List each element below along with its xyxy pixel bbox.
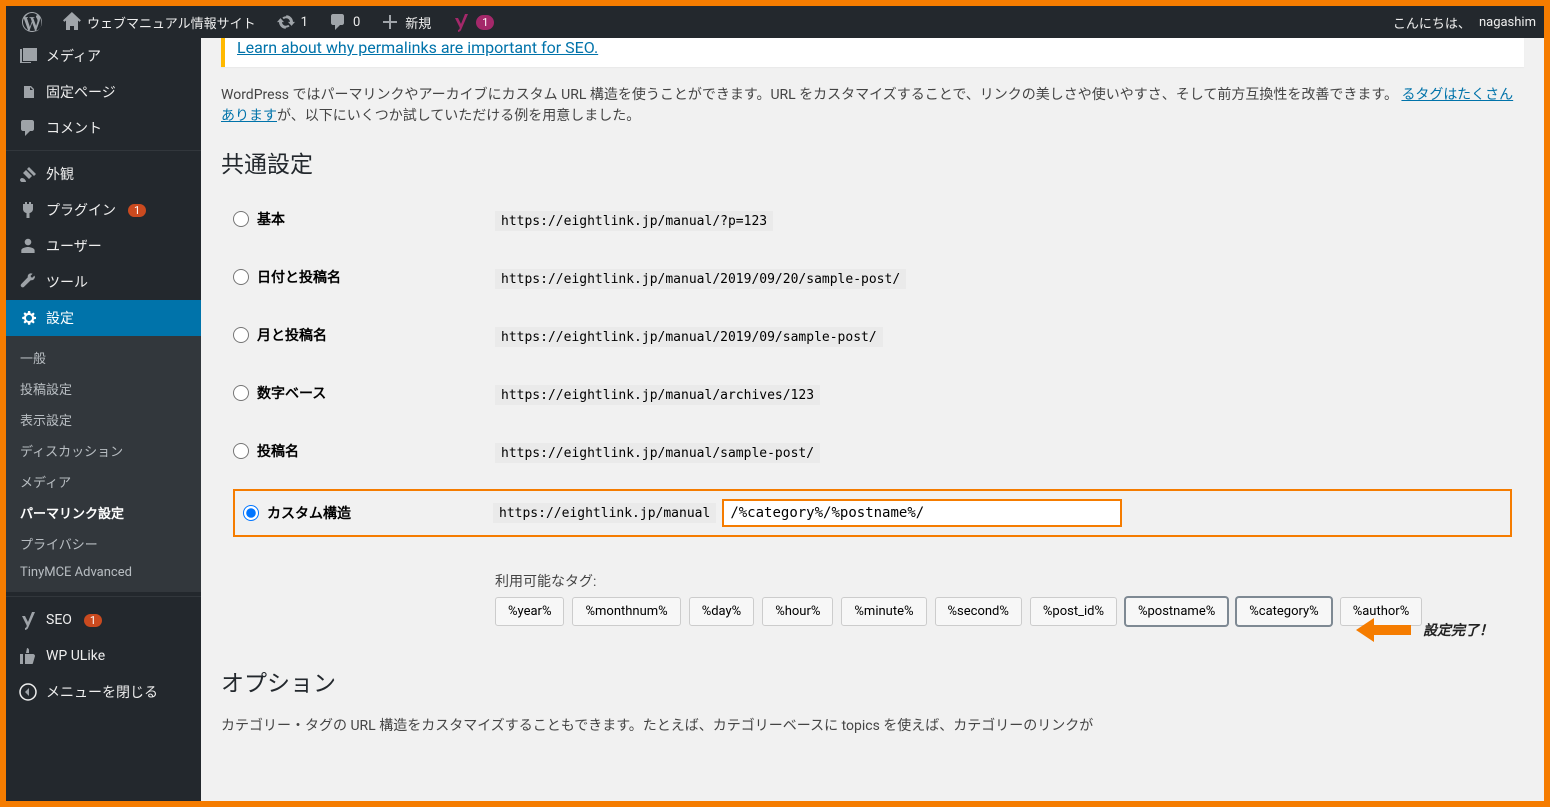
user-icon [18,236,38,256]
settings-icon [18,308,38,328]
menu-appearance[interactable]: 外観 [6,156,201,192]
annotation-text: 設定完了！ [1423,620,1493,640]
yoast-icon [451,12,471,32]
comment-icon [328,12,348,32]
code-postname: https://eightlink.jp/manual/sample-post/ [495,443,820,463]
submenu-writing[interactable]: 投稿設定 [6,373,201,404]
submenu-tinymce[interactable]: TinyMCE Advanced [6,559,201,586]
code-default: https://eightlink.jp/manual/?p=123 [495,211,773,231]
radio-daypost[interactable] [233,269,249,285]
tag-btn-category[interactable]: %category% [1236,597,1331,626]
custom-prefix: https://eightlink.jp/manual [493,503,716,523]
radio-monthpost[interactable] [233,327,249,343]
menu-wpulike[interactable]: WP ULike [6,638,201,674]
arrow-icon [1356,616,1411,644]
yoast-badge: 1 [476,15,494,30]
plugin-icon [18,200,38,220]
submenu-privacy[interactable]: プライバシー [6,528,201,559]
seo-notice: Learn about why permalinks are important… [221,38,1524,67]
options-text: カテゴリー・タグの URL 構造をカスタマイズすることもできます。たとえば、カテ… [221,716,1524,737]
menu-plugins[interactable]: プラグイン 1 [6,192,201,228]
comments-link[interactable]: 0 [320,6,368,38]
code-daypost: https://eightlink.jp/manual/2019/09/20/s… [495,269,906,289]
wp-logo[interactable] [14,6,50,38]
radio-default[interactable] [233,211,249,227]
tags-label: 利用可能なタグ: [495,571,1512,591]
yoast-menu-icon [18,610,38,630]
admin-bar: ウェブマニュアル情報サイト 1 0 新規 1 こんにちは、 nagashim [6,6,1544,38]
permalink-description: WordPress ではパーマリンクやアーカイブにカスタム URL 構造を使うこ… [221,85,1524,127]
brush-icon [18,164,38,184]
plugins-badge: 1 [128,204,146,217]
update-icon [276,12,296,32]
annotation: 設定完了！ [1356,616,1493,644]
thumbsup-icon [18,646,38,666]
tag-btn-year[interactable]: %year% [495,597,564,626]
label-daypost: 日付と投稿名 [257,267,341,287]
tag-btn-monthnum[interactable]: %monthnum% [572,597,680,626]
options-heading: オプション [221,664,1524,698]
common-settings-heading: 共通設定 [221,145,1524,179]
label-default: 基本 [257,209,285,229]
menu-collapse[interactable]: メニューを閉じる [6,674,201,710]
new-label: 新規 [405,13,431,32]
site-home-link[interactable]: ウェブマニュアル情報サイト [54,6,264,38]
radio-postname[interactable] [233,443,249,459]
menu-comments[interactable]: コメント [6,110,201,146]
comments-icon [18,118,38,138]
admin-sidebar: メディア 固定ページ コメント 外観 プラグイン 1 ユーザー ツール [6,38,201,801]
submenu-media[interactable]: メディア [6,466,201,497]
media-icon [18,46,38,66]
code-numeric: https://eightlink.jp/manual/archives/123 [495,385,820,405]
submenu-general[interactable]: 一般 [6,342,201,373]
comments-count: 0 [353,15,360,30]
tag-btn-minute[interactable]: %minute% [841,597,926,626]
custom-structure-input[interactable] [722,499,1122,527]
code-monthpost: https://eightlink.jp/manual/2019/09/samp… [495,327,883,347]
tag-btn-post_id[interactable]: %post_id% [1030,597,1117,626]
tag-btn-day[interactable]: %day% [689,597,755,626]
custom-highlight: カスタム構造 https://eightlink.jp/manual [233,489,1512,537]
site-name: ウェブマニュアル情報サイト [87,13,256,32]
submenu-discussion[interactable]: ディスカッション [6,435,201,466]
home-icon [62,12,82,32]
submenu-reading[interactable]: 表示設定 [6,404,201,435]
radio-numeric[interactable] [233,385,249,401]
permalink-table: 基本 https://eightlink.jp/manual/?p=123 日付… [221,189,1524,646]
menu-media[interactable]: メディア [6,38,201,74]
label-monthpost: 月と投稿名 [257,325,327,345]
tag-btn-hour[interactable]: %hour% [762,597,833,626]
tag-btn-second[interactable]: %second% [935,597,1022,626]
seo-badge: 1 [84,614,102,627]
yoast-link[interactable]: 1 [443,6,502,38]
radio-custom[interactable] [243,505,259,521]
label-numeric: 数字ベース [257,383,326,403]
settings-submenu: 一般 投稿設定 表示設定 ディスカッション メディア パーマリンク設定 プライバ… [6,336,201,592]
collapse-icon [18,682,38,702]
tools-icon [18,272,38,292]
plus-icon [380,12,400,32]
wordpress-icon [22,12,42,32]
tag-btn-postname[interactable]: %postname% [1125,597,1228,626]
updates-count: 1 [301,15,308,30]
page-icon [18,82,38,102]
menu-pages[interactable]: 固定ページ [6,74,201,110]
new-content-link[interactable]: 新規 [372,6,439,38]
menu-users[interactable]: ユーザー [6,228,201,264]
label-postname: 投稿名 [257,441,299,461]
greeting-text: こんにちは、 [1393,13,1471,32]
menu-settings[interactable]: 設定 [6,300,201,336]
menu-seo[interactable]: SEO 1 [6,602,201,638]
username[interactable]: nagashim [1479,15,1536,30]
submenu-permalink[interactable]: パーマリンク設定 [6,497,201,528]
menu-tools[interactable]: ツール [6,264,201,300]
main-content: Learn about why permalinks are important… [201,38,1544,801]
label-custom: カスタム構造 [267,503,351,523]
updates-link[interactable]: 1 [268,6,316,38]
notice-link[interactable]: Learn about why permalinks are important… [237,38,598,57]
